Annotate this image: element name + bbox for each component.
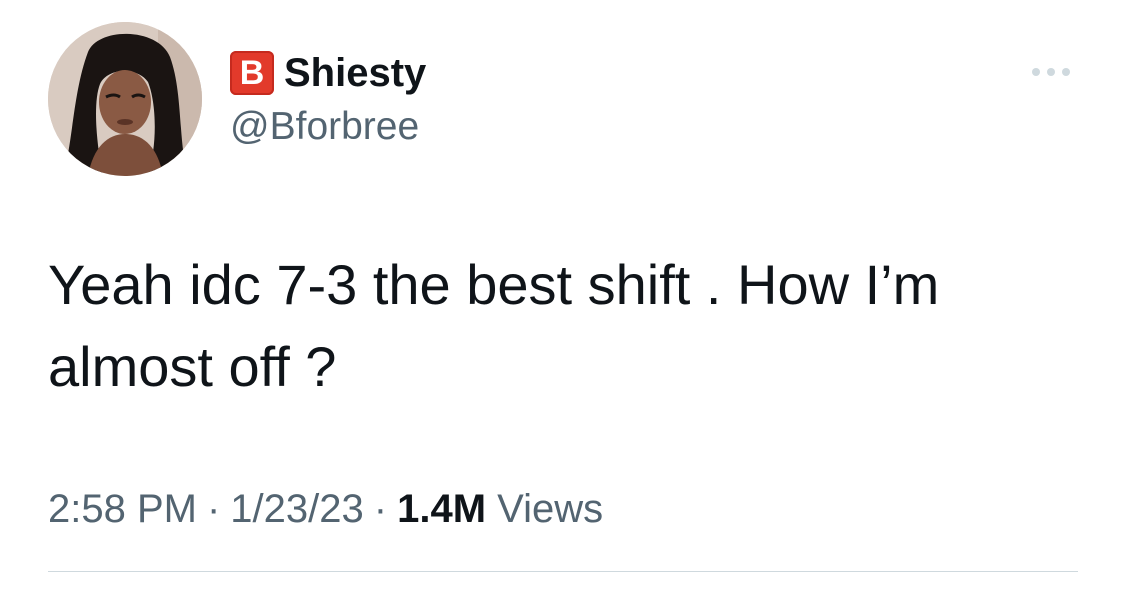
display-name[interactable]: Shiesty — [284, 48, 426, 98]
b-badge-icon: B — [230, 51, 274, 95]
views-label[interactable]: Views — [497, 487, 603, 531]
author-name-row[interactable]: B Shiesty — [230, 48, 426, 98]
separator-dot: · — [206, 487, 221, 531]
divider — [48, 571, 1078, 572]
views-count[interactable]: 1.4M — [397, 487, 486, 531]
more-horizontal-icon[interactable] — [1028, 62, 1074, 82]
user-handle[interactable]: @Bforbree — [230, 104, 419, 150]
tweet-date[interactable]: 1/23/23 — [230, 487, 363, 531]
separator-dot: · — [373, 487, 388, 531]
profile-photo-icon — [48, 22, 202, 176]
tweet-metadata: 2:58 PM · 1/23/23 · 1.4M Views — [48, 484, 603, 534]
tweet-time[interactable]: 2:58 PM — [48, 487, 197, 531]
tweet-text: Yeah idc 7-3 the best shift . How I’m al… — [48, 253, 940, 398]
avatar[interactable] — [48, 22, 202, 176]
